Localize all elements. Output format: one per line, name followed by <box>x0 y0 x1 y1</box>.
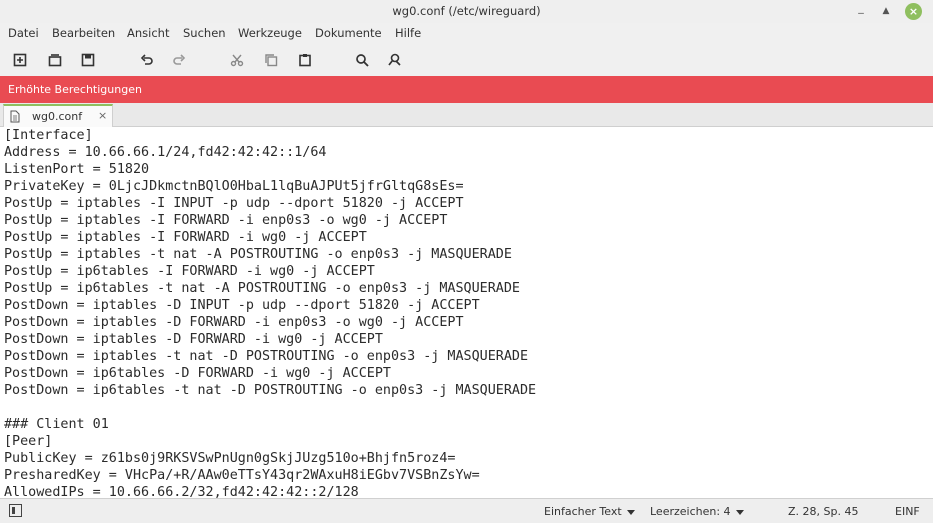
redo-icon <box>173 54 186 65</box>
editor-line: Address = 10.66.66.1/24,fd42:42:42::1/64 <box>4 145 327 160</box>
insert-mode: EINF <box>895 505 920 518</box>
status-bar: Einfacher Text Leerzeichen: 4 Z. 28, Sp.… <box>0 498 933 523</box>
window-title: wg0.conf (/etc/wireguard) <box>392 4 541 18</box>
search-icon <box>356 54 369 67</box>
chevron-down-icon <box>626 509 635 515</box>
open-button[interactable] <box>46 51 64 69</box>
menu-werkzeuge[interactable]: Werkzeuge <box>238 26 302 40</box>
cursor-position: Z. 28, Sp. 45 <box>788 505 859 518</box>
editor-line: PostUp = iptables -t nat -A POSTROUTING … <box>4 247 512 262</box>
editor-line: PostUp = ip6tables -I FORWARD -i wg0 -j … <box>4 264 375 279</box>
editor-line: PostDown = iptables -t nat -D POSTROUTIN… <box>4 349 529 364</box>
editor-line: PostUp = ip6tables -t nat -A POSTROUTING… <box>4 281 520 296</box>
menu-datei[interactable]: Datei <box>8 26 39 40</box>
new-document-icon <box>13 53 27 67</box>
menu-ansicht[interactable]: Ansicht <box>127 26 169 40</box>
editor-line: PublicKey = z61bs0j9RKSVSwPnUgn0gSkjJUzg… <box>4 451 456 466</box>
indent-selector[interactable]: Leerzeichen: 4 <box>650 505 744 518</box>
editor-line: PostDown = iptables -D FORWARD -i enp0s3… <box>4 315 464 330</box>
editor-line: PostDown = iptables -D INPUT -p udp --dp… <box>4 298 480 313</box>
new-document-button[interactable] <box>11 51 29 69</box>
editor-line: ListenPort = 51820 <box>4 162 150 177</box>
open-icon <box>48 54 62 67</box>
editor-line: PostUp = iptables -I INPUT -p udp --dpor… <box>4 196 464 211</box>
editor-line: [Peer] <box>4 434 53 449</box>
copy-icon <box>265 54 278 67</box>
editor-line: PostDown = ip6tables -t nat -D POSTROUTI… <box>4 383 537 398</box>
search-button[interactable] <box>353 51 371 69</box>
menu-bar: Datei Bearbeiten Ansicht Suchen Werkzeug… <box>0 23 933 44</box>
tab-label: wg0.conf <box>32 110 83 123</box>
toolbar <box>0 44 933 76</box>
editor-line: PostDown = iptables -D FORWARD -i wg0 -j… <box>4 332 383 347</box>
chevron-down-icon <box>735 509 744 515</box>
side-panel-toggle-icon[interactable] <box>9 504 22 517</box>
editor-line: PostUp = iptables -I FORWARD -i wg0 -j A… <box>4 230 367 245</box>
menu-suchen[interactable]: Suchen <box>183 26 226 40</box>
document-icon <box>10 110 20 123</box>
minimize-button[interactable]: _ <box>853 0 869 16</box>
editor-line: ### Client 01 <box>4 417 109 432</box>
cut-icon <box>230 54 244 67</box>
tab-close-icon[interactable]: × <box>98 109 107 122</box>
editor-line: [Interface] <box>4 128 93 143</box>
cut-button[interactable] <box>228 51 246 69</box>
copy-button[interactable] <box>262 51 280 69</box>
paste-icon <box>299 54 311 67</box>
editor-line: PostUp = iptables -I FORWARD -i enp0s3 -… <box>4 213 448 228</box>
redo-button[interactable] <box>170 51 188 69</box>
elevated-privileges-bar: Erhöhte Berechtigungen <box>0 76 933 103</box>
paste-button[interactable] <box>296 51 314 69</box>
editor-line: PostDown = ip6tables -D FORWARD -i wg0 -… <box>4 366 391 381</box>
search-replace-icon <box>388 53 401 66</box>
maximize-button[interactable]: ▲ <box>878 3 894 19</box>
save-icon <box>81 53 95 67</box>
undo-button[interactable] <box>138 51 156 69</box>
language-selector[interactable]: Einfacher Text <box>544 505 635 518</box>
save-button[interactable] <box>79 51 97 69</box>
menu-dokumente[interactable]: Dokumente <box>315 26 382 40</box>
tab-bar: wg0.conf × <box>0 103 933 128</box>
language-label: Einfacher Text <box>544 505 622 518</box>
editor-line: AllowedIPs = 10.66.66.2/32,fd42:42:42::2… <box>4 485 359 498</box>
editor-line: PrivateKey = 0LjcJDkmctnBQlO0HbaL1lqBuAJ… <box>4 179 464 194</box>
menu-bearbeiten[interactable]: Bearbeiten <box>52 26 115 40</box>
text-editor[interactable]: [Interface] Address = 10.66.66.1/24,fd42… <box>0 127 933 498</box>
menu-hilfe[interactable]: Hilfe <box>395 26 421 40</box>
elevated-privileges-text: Erhöhte Berechtigungen <box>8 83 142 96</box>
indent-label: Leerzeichen: 4 <box>650 505 731 518</box>
undo-icon <box>140 54 153 65</box>
editor-line: PresharedKey = VHcPa/+R/AAw0eTTsY43qr2WA… <box>4 468 480 483</box>
title-bar: wg0.conf (/etc/wireguard) _ ▲ × <box>0 0 933 23</box>
tab-wg0-conf[interactable]: wg0.conf × <box>3 104 113 128</box>
search-replace-button[interactable] <box>386 51 404 69</box>
close-button[interactable]: × <box>905 3 922 20</box>
